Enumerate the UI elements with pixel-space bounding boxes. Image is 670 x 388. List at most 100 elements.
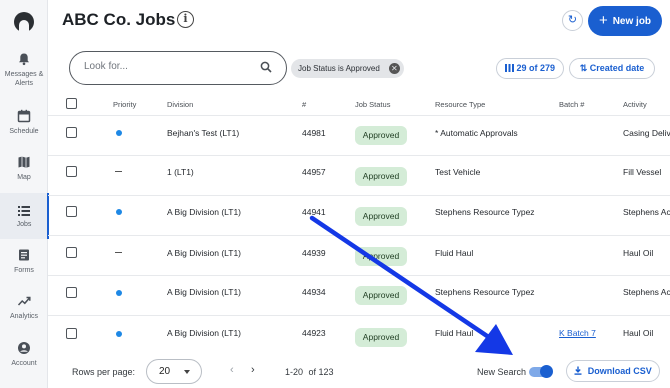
job-number-cell: 44941 bbox=[302, 207, 326, 217]
rows-per-page-value: 20 bbox=[159, 366, 171, 377]
table-row[interactable]: Bejhan's Test (LT1) 44981 Approved * Aut… bbox=[48, 116, 670, 156]
sidebar-item-label: Messages & Alerts bbox=[4, 71, 44, 87]
bell-icon bbox=[19, 53, 29, 66]
division-cell: A Big Division (LT1) bbox=[167, 207, 242, 217]
page-title: ABC Co. Jobs bbox=[62, 10, 176, 29]
resource-type-cell: Fluid Haul bbox=[435, 248, 474, 258]
sidebar-item-label: Map bbox=[17, 174, 31, 181]
trend-icon bbox=[17, 296, 31, 306]
status-badge: Approved bbox=[355, 207, 407, 226]
column-header-division[interactable]: Division bbox=[167, 100, 193, 109]
priority-dot bbox=[116, 209, 122, 215]
column-header-job-status[interactable]: Job Status bbox=[355, 100, 390, 109]
new-job-button[interactable]: + New job bbox=[588, 6, 662, 36]
close-icon[interactable]: ✕ bbox=[388, 63, 400, 74]
chevron-right-icon[interactable]: › bbox=[251, 364, 255, 376]
division-cell: A Big Division (LT1) bbox=[167, 328, 242, 338]
download-csv-button[interactable]: Download CSV bbox=[566, 360, 660, 382]
activity-cell: Casing Deliv bbox=[623, 128, 670, 138]
new-search-label: New Search bbox=[477, 367, 527, 377]
activity-cell: Haul Oil bbox=[623, 328, 654, 338]
row-checkbox[interactable] bbox=[66, 127, 77, 138]
select-all-checkbox[interactable] bbox=[66, 98, 77, 109]
batch-link[interactable]: K Batch 7 bbox=[559, 328, 596, 338]
account-icon bbox=[18, 342, 30, 354]
table-header-row: Priority Division # Job Status Resource … bbox=[48, 92, 670, 116]
column-header-resource-type[interactable]: Resource Type bbox=[435, 100, 485, 109]
plus-icon: + bbox=[598, 12, 608, 29]
division-cell: 1 (LT1) bbox=[167, 167, 194, 177]
column-count-label: 29 of 279 bbox=[516, 63, 556, 73]
row-checkbox[interactable] bbox=[66, 287, 77, 298]
activity-cell: Haul Oil bbox=[623, 248, 654, 258]
list-icon bbox=[18, 206, 30, 216]
status-badge: Approved bbox=[355, 286, 407, 305]
forms-icon bbox=[19, 249, 29, 261]
table-row[interactable]: A Big Division (LT1) 44934 Approved Step… bbox=[48, 276, 670, 316]
resource-type-cell: Test Vehicle bbox=[435, 167, 481, 177]
row-checkbox[interactable] bbox=[66, 328, 77, 339]
sidebar-item-label: Jobs bbox=[16, 221, 32, 228]
rows-per-page-label: Rows per page: bbox=[72, 367, 136, 377]
row-checkbox[interactable] bbox=[66, 166, 77, 177]
sort-button[interactable]: ⇅ Created date bbox=[569, 58, 655, 79]
refresh-button[interactable]: ↻ bbox=[562, 10, 583, 31]
job-number-cell: 44981 bbox=[302, 128, 326, 138]
sidebar-item-label: Schedule bbox=[9, 128, 39, 135]
job-number-cell: 44934 bbox=[302, 287, 326, 297]
chevron-left-icon[interactable]: ‹ bbox=[230, 364, 234, 376]
column-header-number[interactable]: # bbox=[302, 100, 306, 109]
sort-label: Created date bbox=[589, 63, 645, 73]
filter-chip-label: Job Status is Approved bbox=[298, 64, 380, 73]
new-search-toggle[interactable] bbox=[529, 365, 553, 378]
search-icon[interactable] bbox=[260, 61, 272, 73]
status-badge: Approved bbox=[355, 247, 407, 266]
resource-type-cell: * Automatic Approvals bbox=[435, 128, 518, 138]
app-logo[interactable] bbox=[14, 12, 34, 32]
column-count-button[interactable]: 29 of 279 bbox=[496, 58, 564, 79]
sidebar-item-schedule[interactable]: Schedule bbox=[0, 109, 48, 155]
calendar-icon bbox=[17, 109, 31, 123]
division-cell: A Big Division (LT1) bbox=[167, 248, 242, 258]
download-icon bbox=[574, 366, 582, 375]
filter-chip-job-status[interactable]: Job Status is Approved ✕ bbox=[291, 59, 404, 78]
division-cell: A Big Division (LT1) bbox=[167, 287, 242, 297]
job-number-cell: 44957 bbox=[302, 167, 326, 177]
priority-none-indicator bbox=[115, 252, 122, 253]
rows-per-page-select[interactable]: 20 bbox=[146, 359, 202, 384]
column-header-activity[interactable]: Activity bbox=[623, 100, 647, 109]
search-input[interactable] bbox=[84, 61, 244, 72]
row-checkbox[interactable] bbox=[66, 206, 77, 217]
table-row[interactable]: A Big Division (LT1) 44923 Approved Flui… bbox=[48, 316, 670, 352]
table-row[interactable]: A Big Division (LT1) 44939 Approved Flui… bbox=[48, 236, 670, 276]
status-badge: Approved bbox=[355, 328, 407, 347]
sidebar-item-jobs[interactable]: Jobs bbox=[0, 193, 49, 239]
resource-type-cell: Fluid Haul bbox=[435, 328, 474, 338]
info-icon[interactable]: i bbox=[177, 11, 194, 28]
column-header-priority[interactable]: Priority bbox=[113, 100, 136, 109]
sidebar-item-label: Forms bbox=[14, 267, 34, 274]
refresh-icon: ↻ bbox=[567, 14, 578, 26]
job-number-cell: 44939 bbox=[302, 248, 326, 258]
status-badge: Approved bbox=[355, 126, 407, 145]
sidebar-item-messages-alerts[interactable]: Messages & Alerts bbox=[0, 52, 48, 98]
sidebar-item-account[interactable]: Account bbox=[0, 341, 48, 387]
table-row[interactable]: A Big Division (LT1) 44941 Approved Step… bbox=[48, 196, 670, 236]
table-footer: Rows per page: 20 ‹ › 1-20 of 123 New Se… bbox=[48, 352, 670, 388]
resource-type-cell: Stephens Resource Typez bbox=[435, 207, 535, 217]
job-number-cell: 44923 bbox=[302, 328, 326, 338]
status-badge: Approved bbox=[355, 167, 407, 186]
activity-cell: Fill Vessel bbox=[623, 167, 662, 177]
search-box bbox=[69, 51, 287, 85]
column-header-batch[interactable]: Batch # bbox=[559, 100, 584, 109]
new-job-label: New job bbox=[612, 16, 652, 27]
page-total: of 123 bbox=[308, 367, 334, 377]
row-checkbox[interactable] bbox=[66, 247, 77, 258]
sidebar-item-analytics[interactable]: Analytics bbox=[0, 294, 48, 340]
priority-none-indicator bbox=[115, 171, 122, 172]
page-range-value: 1-20 bbox=[285, 367, 304, 377]
priority-dot bbox=[116, 331, 122, 337]
pagination-range: 1-20 of 123 bbox=[285, 367, 334, 377]
table-row[interactable]: 1 (LT1) 44957 Approved Test Vehicle Fill… bbox=[48, 156, 670, 196]
sidebar-item-forms[interactable]: Forms bbox=[0, 248, 48, 294]
